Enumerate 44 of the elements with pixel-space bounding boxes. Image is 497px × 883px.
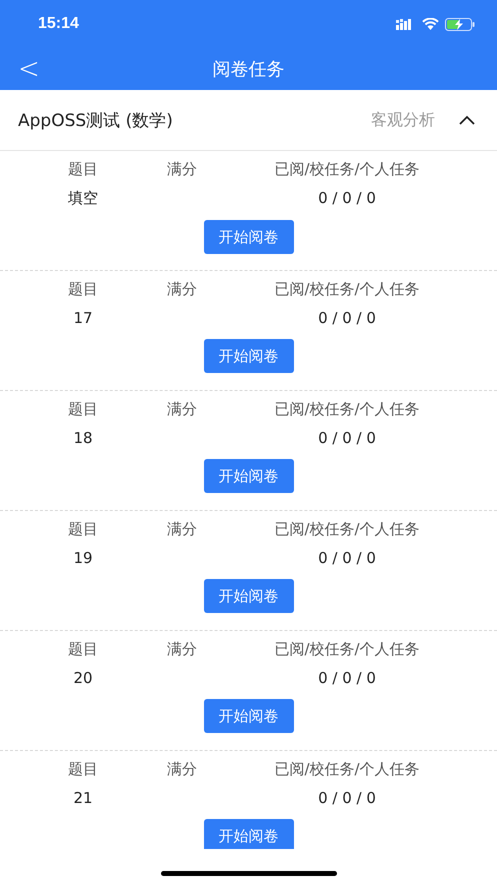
battery-charging-icon (445, 18, 475, 30)
column-header: 满分 (166, 160, 198, 179)
wifi-icon (422, 18, 439, 30)
start-marking-button[interactable]: 开始阅卷 (204, 459, 294, 493)
column-header: 满分 (166, 400, 198, 419)
analysis-link[interactable]: 客观分析 (371, 110, 435, 130)
question-name: 21 (72, 789, 94, 807)
column-header: 满分 (166, 520, 198, 539)
status-time: 15:14 (38, 15, 79, 33)
progress-count: 0 / 0 / 0 (317, 549, 377, 567)
question-name: 19 (72, 549, 94, 567)
progress-count: 0 / 0 / 0 (317, 669, 377, 687)
column-header: 满分 (166, 760, 198, 779)
column-header: 题目 (67, 640, 99, 659)
column-header: 题目 (67, 760, 99, 779)
column-header: 题目 (67, 400, 99, 419)
column-header: 题目 (67, 280, 99, 299)
start-marking-button[interactable]: 开始阅卷 (204, 819, 294, 849)
chevron-icon[interactable] (459, 115, 475, 125)
column-header: 已阅/校任务/个人任务 (273, 400, 421, 419)
start-marking-button[interactable]: 开始阅卷 (204, 220, 294, 254)
question-name: 17 (72, 309, 94, 327)
column-header: 已阅/校任务/个人任务 (273, 760, 421, 779)
column-header: 题目 (67, 160, 99, 179)
progress-count: 0 / 0 / 0 (317, 189, 377, 208)
column-header: 已阅/校任务/个人任务 (273, 520, 421, 539)
column-header: 已阅/校任务/个人任务 (273, 280, 421, 299)
column-header: 已阅/校任务/个人任务 (273, 640, 421, 659)
column-header: 满分 (166, 640, 198, 659)
start-marking-button[interactable]: 开始阅卷 (204, 579, 294, 613)
exam-title: AppOSS测试 (数学) (18, 110, 174, 132)
question-name: 20 (72, 669, 94, 687)
column-header: 满分 (166, 280, 198, 299)
progress-count: 0 / 0 / 0 (317, 789, 377, 807)
progress-count: 0 / 0 / 0 (317, 309, 377, 327)
start-marking-button[interactable]: 开始阅卷 (204, 699, 294, 733)
start-marking-button[interactable]: 开始阅卷 (204, 339, 294, 373)
question-name: 填空 (67, 189, 99, 208)
column-header: 已阅/校任务/个人任务 (273, 160, 421, 179)
back-button[interactable]: < (12, 52, 46, 86)
page-title: 阅卷任务 (212, 58, 284, 81)
question-name: 18 (72, 429, 94, 447)
progress-count: 0 / 0 / 0 (317, 429, 377, 447)
column-header: 题目 (67, 520, 99, 539)
